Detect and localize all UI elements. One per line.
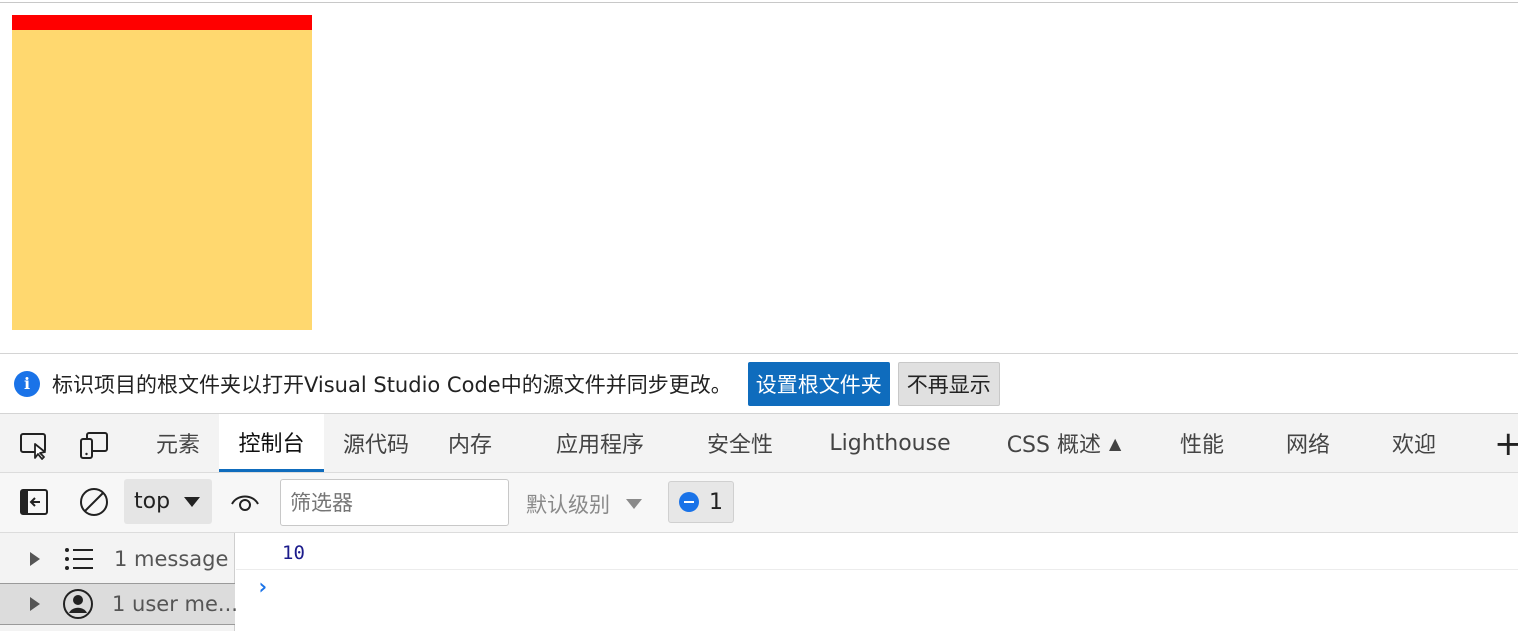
log-level-label: 默认级别 xyxy=(526,493,610,517)
console-toolbar: top 默认级别 1 xyxy=(0,473,1518,533)
console-sidebar: 1 message 1 user me... xyxy=(0,533,238,631)
demo-box-top-bar xyxy=(12,15,312,30)
expand-triangle-icon xyxy=(30,597,40,611)
inspect-element-icon[interactable] xyxy=(17,428,51,462)
page-viewport xyxy=(0,3,1518,353)
devtools-tab-bar: 元素 控制台 源代码 内存 应用程序 安全性 Lighthouse CSS 概述… xyxy=(0,413,1518,473)
tab-css-overview[interactable]: CSS 概述 ▲ xyxy=(994,414,1134,472)
console-prompt-icon[interactable]: › xyxy=(256,575,269,600)
more-tabs-plus-icon[interactable]: + xyxy=(1494,424,1518,464)
tab-security[interactable]: 安全性 xyxy=(690,414,790,472)
issues-count: 1 xyxy=(709,489,723,515)
console-log-row: 10 xyxy=(236,533,1518,570)
sidebar-item-user-messages[interactable]: 1 user me... xyxy=(0,583,238,625)
dont-show-again-button[interactable]: 不再显示 xyxy=(897,361,1000,406)
tab-welcome[interactable]: 欢迎 xyxy=(1378,414,1450,472)
sidebar-item-label: 1 message xyxy=(114,547,229,571)
console-filter-input[interactable] xyxy=(280,479,509,526)
user-icon xyxy=(62,587,94,621)
issues-counter-button[interactable]: 1 xyxy=(668,481,734,523)
clear-console-icon[interactable] xyxy=(77,485,111,519)
chevron-down-icon xyxy=(184,497,200,507)
device-emulation-icon[interactable] xyxy=(76,428,110,462)
tab-network[interactable]: 网络 xyxy=(1272,414,1344,472)
set-root-folder-button[interactable]: 设置根文件夹 xyxy=(747,361,890,406)
tab-elements[interactable]: 元素 xyxy=(140,414,216,472)
sidebar-item-messages[interactable]: 1 message xyxy=(0,538,235,580)
tab-sources[interactable]: 源代码 xyxy=(332,414,420,472)
sidebar-item-label: 1 user me... xyxy=(112,592,238,616)
tab-application[interactable]: 应用程序 xyxy=(540,414,660,472)
tab-css-overview-label: CSS 概述 xyxy=(1006,433,1101,458)
experiment-flask-icon: ▲ xyxy=(1108,433,1122,453)
message-bubble-icon xyxy=(679,492,699,512)
list-icon xyxy=(62,542,96,576)
tab-lighthouse[interactable]: Lighthouse xyxy=(824,414,956,472)
info-message: 标识项目的根文件夹以打开Visual Studio Code中的源文件并同步更改… xyxy=(52,372,732,397)
log-level-dropdown[interactable]: 默认级别 xyxy=(526,489,642,519)
console-log-value: 10 xyxy=(282,542,305,564)
live-expression-eye-icon[interactable] xyxy=(228,485,262,519)
tab-performance[interactable]: 性能 xyxy=(1166,414,1238,472)
context-selector[interactable]: top xyxy=(124,479,212,524)
tab-memory[interactable]: 内存 xyxy=(432,414,508,472)
info-bar: i 标识项目的根文件夹以打开Visual Studio Code中的源文件并同步… xyxy=(0,353,1518,413)
demo-box xyxy=(12,15,312,330)
toggle-sidebar-icon[interactable] xyxy=(17,485,51,519)
console-output: 10 › xyxy=(236,533,1518,631)
info-icon: i xyxy=(14,370,40,397)
tab-console[interactable]: 控制台 xyxy=(219,414,324,472)
chevron-down-icon xyxy=(626,499,642,509)
context-selector-value: top xyxy=(134,489,171,514)
expand-triangle-icon xyxy=(30,552,40,566)
